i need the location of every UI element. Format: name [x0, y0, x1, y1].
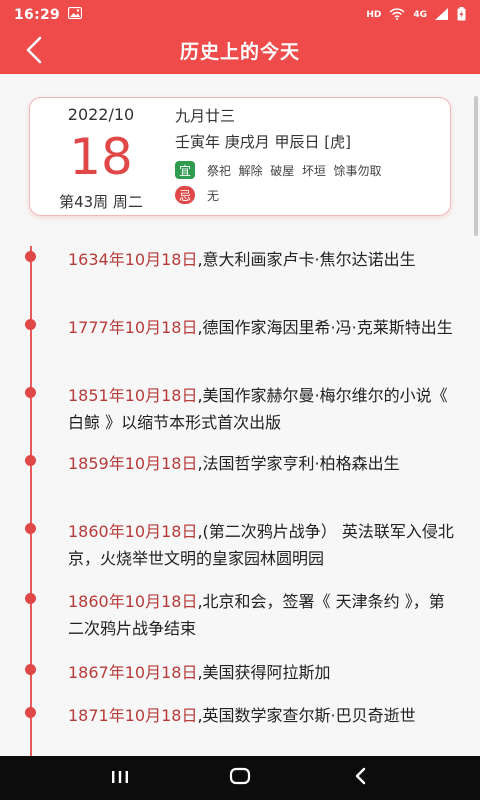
status-bar: 16:29 HD 4G [0, 0, 480, 30]
event-desc: ,法国哲学家亨利·柏格森出生 [197, 454, 400, 473]
event-date: 1859年10月18日 [68, 454, 198, 473]
back-triangle-icon [354, 767, 366, 789]
week-info: 第43周 周二 [59, 193, 143, 211]
ji-badge: 忌 [175, 186, 195, 204]
image-notification-icon [67, 6, 83, 23]
recents-icon [111, 769, 129, 788]
yi-row: 宜 祭祀 解除 破屋 坏垣 馀事勿取 [175, 161, 382, 179]
scrollbar[interactable] [474, 96, 478, 236]
event-date: 1851年10月18日 [68, 386, 198, 405]
timeline-dot [25, 387, 36, 398]
wifi-icon [389, 7, 405, 23]
timeline-dot [25, 707, 36, 718]
event-text: 1777年10月18日,德国作家海因里希·冯·克莱斯特出生 [68, 314, 458, 341]
year-month: 2022/10 [67, 105, 135, 124]
event-desc: ,美国获得阿拉斯加 [197, 663, 331, 682]
timeline-dot [25, 251, 36, 262]
event-text: 1860年10月18日,北京和会，签署《 天津条约 》，第二次鸦片战争结束 [68, 588, 458, 642]
timeline-dot [25, 523, 36, 534]
hd-label: HD [366, 10, 382, 20]
event-desc: ,意大利画家卢卡·焦尔达诺出生 [197, 250, 416, 269]
event-desc: ,英国数学家查尔斯·巴贝奇逝世 [197, 706, 416, 725]
home-button[interactable] [220, 758, 260, 798]
timeline-dot [25, 664, 36, 675]
timeline-dot [25, 593, 36, 604]
ji-items: 无 [207, 188, 220, 203]
home-icon [229, 767, 251, 789]
event-date: 1634年10月18日 [68, 250, 198, 269]
event-date: 1871年10月18日 [68, 706, 198, 725]
event-text: 1859年10月18日,法国哲学家亨利·柏格森出生 [68, 450, 458, 477]
date-column: 2022/10 18 第43周 周二 [30, 98, 172, 217]
day-number: 18 [69, 128, 133, 186]
page-title: 历史上的今天 [179, 41, 300, 63]
signal-label: 4G [413, 10, 427, 20]
lunar-date: 九月廿三 [175, 107, 236, 125]
event-text: 1867年10月18日,美国获得阿拉斯加 [68, 659, 458, 686]
system-nav-bar [0, 756, 480, 800]
content-area[interactable]: 2022/10 18 第43周 周二 九月廿三 壬寅年 庚戌月 甲辰日 [虎] … [0, 74, 480, 756]
nav-back-button[interactable] [340, 758, 380, 798]
yi-items: 祭祀 解除 破屋 坏垣 馀事勿取 [207, 163, 382, 178]
event-date: 1867年10月18日 [68, 663, 198, 682]
event-date: 1860年10月18日 [68, 522, 198, 541]
timeline-dot [25, 455, 36, 466]
yi-badge: 宜 [175, 161, 195, 179]
timeline-dot [25, 319, 36, 330]
event-desc: ,德国作家海因里希·冯·克莱斯特出生 [197, 318, 453, 337]
event-text: 1851年10月18日,美国作家赫尔曼·梅尔维尔的小说《 白鲸 》以缩节本形式首… [68, 382, 458, 436]
event-date: 1860年10月18日 [68, 592, 198, 611]
event-text: 1871年10月18日,英国数学家查尔斯·巴贝奇逝世 [68, 702, 458, 729]
status-time: 16:29 [14, 7, 61, 23]
event-text: 1634年10月18日,意大利画家卢卡·焦尔达诺出生 [68, 246, 458, 273]
event-date: 1777年10月18日 [68, 318, 198, 337]
battery-icon [457, 6, 466, 24]
calendar-card: 2022/10 18 第43周 周二 九月廿三 壬寅年 庚戌月 甲辰日 [虎] … [29, 97, 451, 216]
signal-icon [435, 7, 449, 23]
app-header: 历史上的今天 [0, 30, 480, 74]
ji-row: 忌 无 [175, 186, 219, 204]
event-text: 1860年10月18日,(第二次鸦片战争） 英法联军入侵北京，火烧举世文明的皇家… [68, 518, 458, 572]
recents-button[interactable] [100, 758, 140, 798]
ganzhi-date: 壬寅年 庚戌月 甲辰日 [虎] [175, 133, 352, 151]
